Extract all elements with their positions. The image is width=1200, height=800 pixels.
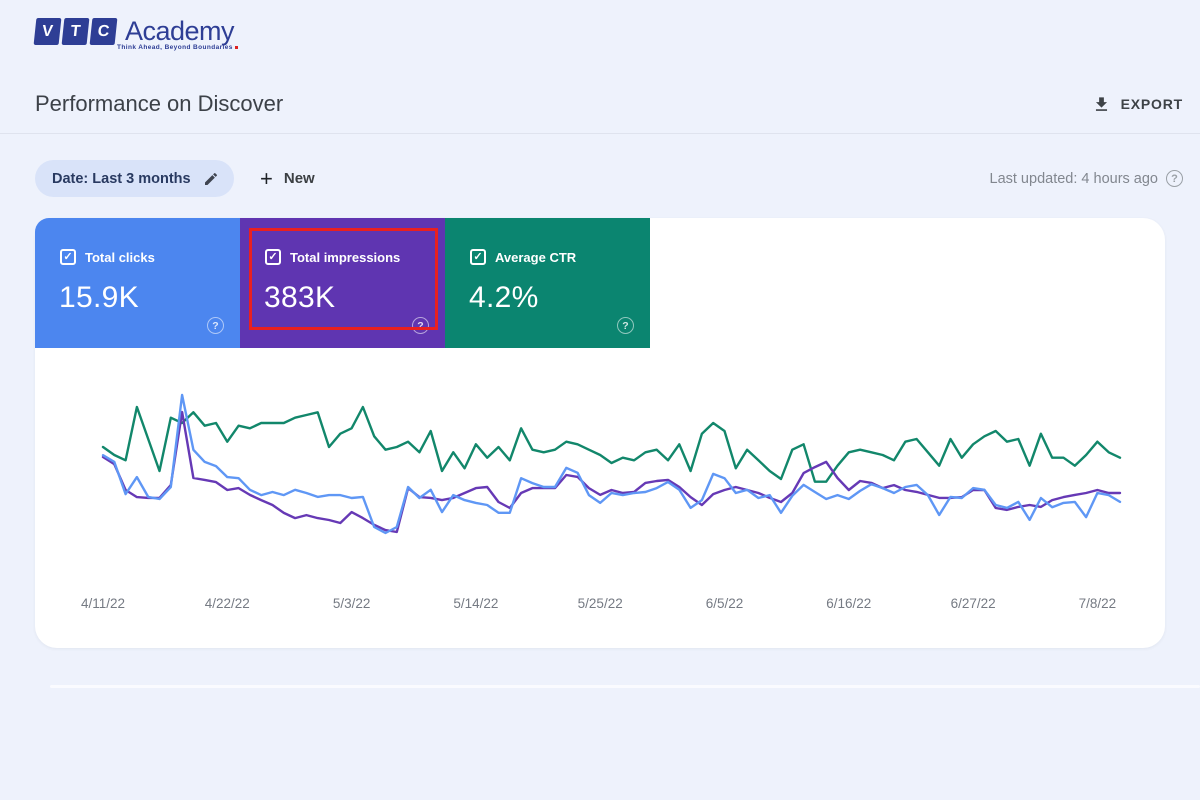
- date-filter-chip[interactable]: Date: Last 3 months: [35, 160, 234, 197]
- x-axis-label: 4/22/22: [205, 596, 250, 611]
- metric-label: Average CTR: [495, 250, 576, 265]
- metric-value: 15.9K: [59, 281, 139, 315]
- metric-card-ctr[interactable]: ✓ Average CTR 4.2% ?: [445, 218, 650, 348]
- page-title: Performance on Discover: [35, 91, 283, 117]
- checkbox-checked[interactable]: ✓: [470, 249, 486, 265]
- logo-letter-box: T: [62, 18, 90, 45]
- checkbox-check-icon: ✓: [63, 252, 72, 263]
- last-updated-text: Last updated: 4 hours ago: [990, 171, 1159, 187]
- download-icon: [1092, 95, 1111, 114]
- new-button-label: New: [284, 170, 315, 187]
- checkbox-checked[interactable]: ✓: [60, 249, 76, 265]
- metric-value: 4.2%: [469, 281, 539, 315]
- help-icon[interactable]: ?: [1166, 170, 1183, 187]
- vtc-academy-logo: VTC Academy Think Ahead, Beyond Boundari…: [35, 16, 238, 51]
- x-axis-label: 6/16/22: [826, 596, 871, 611]
- logo-brand-text: Academy: [125, 16, 234, 47]
- metric-card-clicks[interactable]: ✓ Total clicks 15.9K ?: [35, 218, 240, 348]
- logo-letter-box: C: [90, 18, 118, 45]
- x-axis-label: 6/27/22: [951, 596, 996, 611]
- chart-line-ctr: [103, 407, 1120, 482]
- header-divider: [0, 133, 1200, 134]
- metric-help-icon[interactable]: ?: [207, 317, 224, 334]
- metric-card-impressions[interactable]: ✓ Total impressions 383K ?: [240, 218, 445, 348]
- metric-label: Total impressions: [290, 250, 400, 265]
- logo-tagline: Think Ahead, Beyond Boundaries: [117, 44, 233, 51]
- metric-help-icon[interactable]: ?: [412, 317, 429, 334]
- metric-label: Total clicks: [85, 250, 155, 265]
- logo-letter-boxes: VTC: [34, 18, 118, 45]
- checkbox-check-icon: ✓: [268, 252, 277, 263]
- x-axis-label: 5/25/22: [578, 596, 623, 611]
- last-updated: Last updated: 4 hours ago ?: [990, 160, 1184, 197]
- logo-red-dot: [235, 46, 238, 49]
- chart-line-impressions: [103, 412, 1120, 532]
- new-filter-button[interactable]: + New: [260, 160, 315, 197]
- checkbox-checked[interactable]: ✓: [265, 249, 281, 265]
- logo-letter-box: V: [34, 18, 62, 45]
- page: { "logo": { "box_letters": ["V", "T", "C…: [0, 0, 1200, 800]
- x-axis-label: 5/3/22: [333, 596, 371, 611]
- x-axis-label: 7/8/22: [1079, 596, 1117, 611]
- metric-value: 383K: [264, 281, 335, 315]
- date-filter-label: Date: Last 3 months: [52, 171, 191, 187]
- export-button[interactable]: EXPORT: [1092, 89, 1183, 119]
- plus-icon: +: [260, 168, 273, 190]
- section-divider: [50, 685, 1200, 688]
- metric-help-icon[interactable]: ?: [617, 317, 634, 334]
- edit-pencil-icon[interactable]: [203, 171, 219, 187]
- export-label: EXPORT: [1121, 96, 1183, 112]
- checkbox-check-icon: ✓: [473, 252, 482, 263]
- x-axis-label: 6/5/22: [706, 596, 744, 611]
- x-axis-label: 4/11/22: [81, 596, 125, 611]
- metric-cards-row: ✓ Total clicks 15.9K ? ✓ Total impressio…: [35, 218, 650, 348]
- x-axis-label: 5/14/22: [453, 596, 498, 611]
- performance-card: 4/11/22 4/22/22 5/3/22 5/14/22 5/25/22 6/5/22…: [35, 218, 1165, 648]
